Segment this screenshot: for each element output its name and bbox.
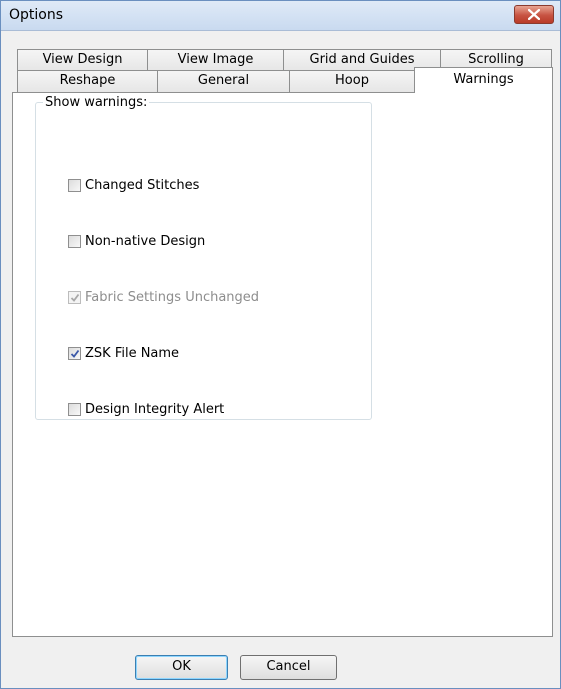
tab-general[interactable]: General [157,70,290,92]
tab-view-design[interactable]: View Design [17,49,148,71]
checkbox-label: Design Integrity Alert [85,401,225,417]
tab-label: Warnings [453,72,514,87]
window-title: Options [9,7,64,23]
checkbox-zsk-file-name[interactable]: ZSK File Name [68,345,179,361]
checkbox-label: Changed Stitches [85,177,200,193]
checkbox-changed-stitches[interactable]: Changed Stitches [68,177,199,193]
dialog-body: View Design View Image Grid and Guides S… [1,31,560,688]
tab-label: View Design [42,52,123,67]
checkbox-label: Non-native Design [85,233,206,249]
checkbox-box[interactable] [68,402,81,416]
checkbox-label: Fabric Settings Unchanged [85,289,260,305]
tab-label: Reshape [59,73,116,88]
tab-view-image[interactable]: View Image [147,49,284,71]
checkbox-label: ZSK File Name [85,345,180,361]
tab-reshape[interactable]: Reshape [17,70,158,92]
group-label: Show warnings: [43,95,150,110]
checkbox-box[interactable] [68,178,81,192]
checkbox-box[interactable] [68,346,81,360]
show-warnings-group [35,102,372,420]
tab-hoop[interactable]: Hoop [289,70,415,92]
title-bar[interactable]: Options [1,1,560,31]
ok-button[interactable]: OK [135,655,228,680]
close-x-icon [528,9,540,20]
options-dialog: Options View Design View Image Grid and … [0,0,561,689]
checkbox-box [68,290,81,304]
checkbox-non-native-design[interactable]: Non-native Design [68,233,205,249]
checkbox-fabric-settings-unchanged: Fabric Settings Unchanged [68,289,259,305]
tab-label: General [197,73,250,88]
check-icon [70,349,80,358]
check-icon [70,293,80,302]
tab-warnings[interactable]: Warnings [414,67,553,93]
checkbox-box[interactable] [68,234,81,248]
close-button[interactable] [514,5,554,24]
checkbox-design-integrity-alert[interactable]: Design Integrity Alert [68,401,224,417]
tab-label: Hoop [335,73,369,88]
tab-label: View Image [177,52,254,67]
cancel-button[interactable]: Cancel [240,655,337,680]
tab-label: Grid and Guides [309,52,415,67]
